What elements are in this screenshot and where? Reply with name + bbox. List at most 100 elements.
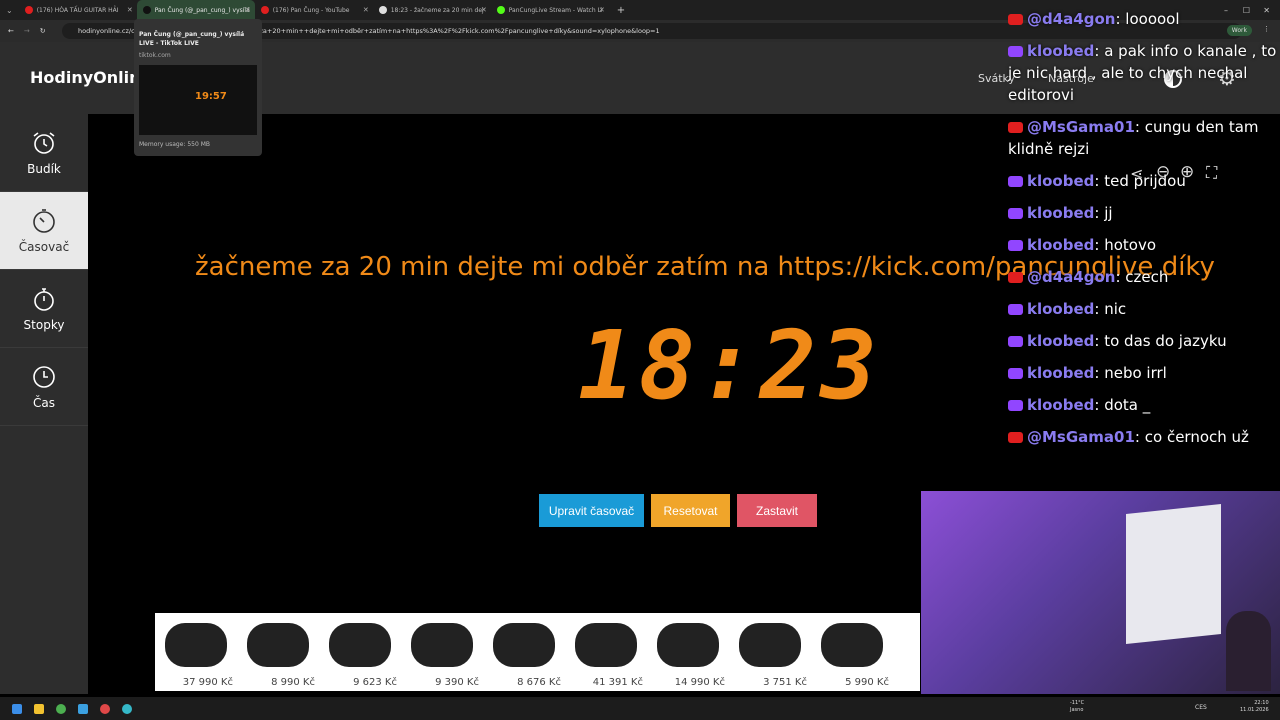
ad-product[interactable]: 9 623 Kč (319, 613, 401, 691)
chat-message: kloobed: jj (1008, 202, 1278, 224)
chat-username: kloobed (1027, 172, 1095, 190)
twitch-icon (1008, 336, 1023, 347)
chat-message: kloobed: dota _ (1008, 394, 1278, 416)
browser-tab[interactable]: Pan Čung (@_pan_cung_) vysílá ✕ (136, 0, 255, 20)
clock-widget[interactable]: 22:10 11.01.2026 (1240, 700, 1269, 714)
product-image (493, 623, 555, 667)
back-icon[interactable]: ← (8, 27, 14, 35)
forward-icon[interactable]: → (24, 27, 30, 35)
sidebar-item-label: Stopky (23, 317, 65, 332)
ad-product[interactable]: 37 990 Kč (155, 613, 237, 691)
ad-banner[interactable]: 37 990 Kč 8 990 Kč 9 623 Kč 9 390 Kč 8 676 K… (155, 613, 920, 691)
chat-separator: : (1094, 300, 1105, 318)
chat-message: kloobed: ted prijdou (1008, 170, 1278, 192)
browser-tab[interactable]: (176) HÒA TẤU GUITAR HẢI ✕ (19, 0, 137, 20)
preview-domain: tiktok.com (139, 52, 171, 59)
sidebar-item-cas[interactable]: Čas (0, 348, 88, 426)
preview-title: Pan Čung (@_pan_cung_) vysílá LIVE - Tik… (139, 31, 245, 47)
tab-close-icon[interactable]: ✕ (127, 6, 133, 14)
ad-product[interactable]: 8 990 Kč (237, 613, 319, 691)
product-image (247, 623, 309, 667)
chat-username: kloobed (1027, 204, 1095, 222)
tab-close-icon[interactable]: ✕ (363, 6, 369, 14)
product-image (329, 623, 391, 667)
twitch-icon (1008, 208, 1023, 219)
ad-product[interactable]: 8 676 Kč (483, 613, 565, 691)
chrome-icon[interactable] (56, 703, 66, 714)
chat-username: kloobed (1027, 332, 1095, 350)
sidebar-item-casovac[interactable]: Časovač (0, 192, 88, 270)
tab-label: Pan Čung (@_pan_cung_) vysílá (154, 6, 250, 14)
product-price: 8 676 Kč (517, 677, 561, 688)
sidebar-item-stopky[interactable]: Stopky (0, 270, 88, 348)
new-tab-button[interactable]: + (617, 5, 625, 16)
tab-favicon-icon (496, 6, 505, 14)
taskbar: -11°C Jasno CES 22:10 11.01.2026 (0, 697, 1280, 720)
product-image (821, 623, 883, 667)
product-price: 9 390 Kč (435, 677, 479, 688)
browser-tab[interactable]: 18:23 - žačneme za 20 min dej ✕ (373, 0, 491, 20)
chat-message: @MsGama01: cungu den tam klidně rejzi (1008, 116, 1278, 160)
clock-icon (33, 365, 55, 388)
chat-username: @MsGama01 (1027, 428, 1135, 446)
tab-close-icon[interactable]: ✕ (245, 6, 251, 14)
youtube-icon (1008, 14, 1023, 25)
weather-widget[interactable]: -11°C Jasno (1070, 700, 1084, 714)
chat-text: loooool (1125, 10, 1180, 28)
reload-icon[interactable]: ↻ (40, 27, 46, 35)
whiteboard (1126, 504, 1221, 644)
tab-close-icon[interactable]: ✕ (481, 6, 487, 14)
product-price: 8 990 Kč (271, 677, 315, 688)
youtube-icon (1008, 122, 1023, 133)
ad-product[interactable]: 5 990 Kč (811, 613, 893, 691)
youtube-icon (1008, 432, 1023, 443)
chat-text: ted prijdou (1104, 172, 1186, 190)
ad-product[interactable]: 41 391 Kč (565, 613, 647, 691)
chat-separator: : (1134, 428, 1145, 446)
start-icon[interactable] (12, 703, 22, 714)
product-price: 3 751 Kč (763, 677, 807, 688)
timer-icon (33, 208, 55, 233)
reset-button[interactable]: Resetovat (651, 494, 730, 527)
ad-product[interactable]: 14 990 Kč (647, 613, 729, 691)
chat-username: @MsGama01 (1027, 118, 1135, 136)
app2-icon[interactable] (100, 703, 110, 714)
chat-message: kloobed: to das do jazyku (1008, 330, 1278, 352)
file-explorer-icon[interactable] (34, 703, 44, 714)
twitch-icon (1008, 368, 1023, 379)
chat-text: nebo irrl (1104, 364, 1167, 382)
ad-product[interactable]: 3 751 Kč (729, 613, 811, 691)
webcam-feed (921, 491, 1280, 694)
chat-separator: : (1115, 10, 1126, 28)
edge-icon[interactable] (122, 703, 132, 714)
ad-product[interactable]: 9 390 Kč (401, 613, 483, 691)
twitch-icon (1008, 176, 1023, 187)
chat-username: @d4a4gon (1027, 268, 1116, 286)
browser-tab[interactable]: (176) Pan Čung - YouTube ✕ (255, 0, 373, 20)
chat-text: to das do jazyku (1104, 332, 1227, 350)
sidebar-item-label: Budík (27, 161, 61, 176)
chat-text: czech (1125, 268, 1169, 286)
chat-message: kloobed: a pak info o kanale , to je nic… (1008, 40, 1278, 106)
tab-favicon-icon (378, 6, 387, 14)
chat-separator: : (1094, 396, 1105, 414)
chat-separator: : (1094, 332, 1105, 350)
browser-tab[interactable]: PanCungLive Stream - Watch Li ✕ (491, 0, 609, 20)
product-image (739, 623, 801, 667)
sidebar-item-budik[interactable]: Budík (0, 114, 88, 192)
chat-message: kloobed: nebo irrl (1008, 362, 1278, 384)
chat-separator: : (1094, 42, 1105, 60)
chat-username: kloobed (1027, 300, 1095, 318)
tab-label: (176) Pan Čung - YouTube (272, 6, 350, 14)
alarm-clock-icon (33, 131, 55, 154)
tab-search-icon[interactable]: ⌄ (6, 6, 13, 15)
chat-separator: : (1094, 172, 1105, 190)
chat-message: @d4a4gon: loooool (1008, 8, 1278, 30)
app-icon[interactable] (78, 703, 88, 714)
edit-timer-button[interactable]: Upravit časovač (539, 494, 644, 527)
tab-favicon-icon (24, 6, 33, 14)
language-indicator[interactable]: CES (1195, 704, 1207, 711)
youtube-icon (1008, 272, 1023, 283)
tab-close-icon[interactable]: ✕ (599, 6, 605, 14)
stop-button[interactable]: Zastavit (737, 494, 817, 527)
